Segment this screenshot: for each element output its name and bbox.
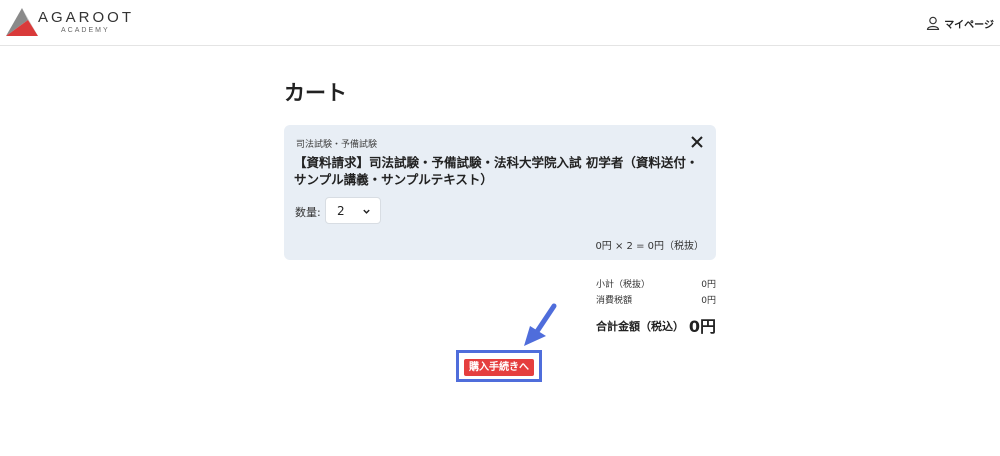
page-title: カート xyxy=(284,81,347,105)
subtotal-row: 小計（税抜） 0円 xyxy=(596,275,716,291)
logo-mark-icon xyxy=(6,8,38,36)
item-price-line: 0円 × 2 = 0円（税抜） xyxy=(595,241,704,252)
logo-subtitle: ACADEMY xyxy=(61,27,110,34)
quantity-select[interactable]: 2 xyxy=(325,197,381,224)
tax-value: 0円 xyxy=(701,296,716,306)
tax-label: 消費税額 xyxy=(596,296,633,306)
checkout-button[interactable]: 購入手続きへ xyxy=(464,359,534,376)
checkout-highlight-frame: 購入手続きへ xyxy=(456,350,542,382)
total-row: 合計金額（税込） 0円 xyxy=(596,310,716,336)
agaroot-logo[interactable]: AGAROOT ACADEMY xyxy=(6,6,136,40)
logo-wordmark: AGAROOT xyxy=(38,9,135,26)
subtotal-value: 0円 xyxy=(701,280,716,290)
total-value: 0円 xyxy=(688,317,716,336)
user-icon xyxy=(927,16,940,30)
arrow-annotation xyxy=(524,303,557,346)
product-name: 【資料請求】司法試験・予備試験・法科大学院入試 初学者（資料送付・サンプル講義・… xyxy=(294,155,699,187)
total-label: 合計金額（税込） xyxy=(596,320,684,333)
quantity-label: 数量: xyxy=(295,206,321,219)
mypage-label: マイページ xyxy=(944,19,994,31)
close-icon[interactable] xyxy=(690,135,704,149)
subtotal-label: 小計（税抜） xyxy=(596,280,651,290)
order-totals: 小計（税抜） 0円 消費税額 0円 合計金額（税込） 0円 xyxy=(596,275,716,336)
site-header: AGAROOT ACADEMY マイページ xyxy=(0,0,1000,46)
tax-row: 消費税額 0円 xyxy=(596,291,716,307)
mypage-link[interactable]: マイページ xyxy=(926,14,994,32)
chevron-down-icon xyxy=(363,209,370,214)
item-category: 司法試験・予備試験 xyxy=(296,140,378,150)
quantity-value: 2 xyxy=(337,204,345,218)
cart-item-card: 司法試験・予備試験 【資料請求】司法試験・予備試験・法科大学院入試 初学者（資料… xyxy=(284,125,716,260)
